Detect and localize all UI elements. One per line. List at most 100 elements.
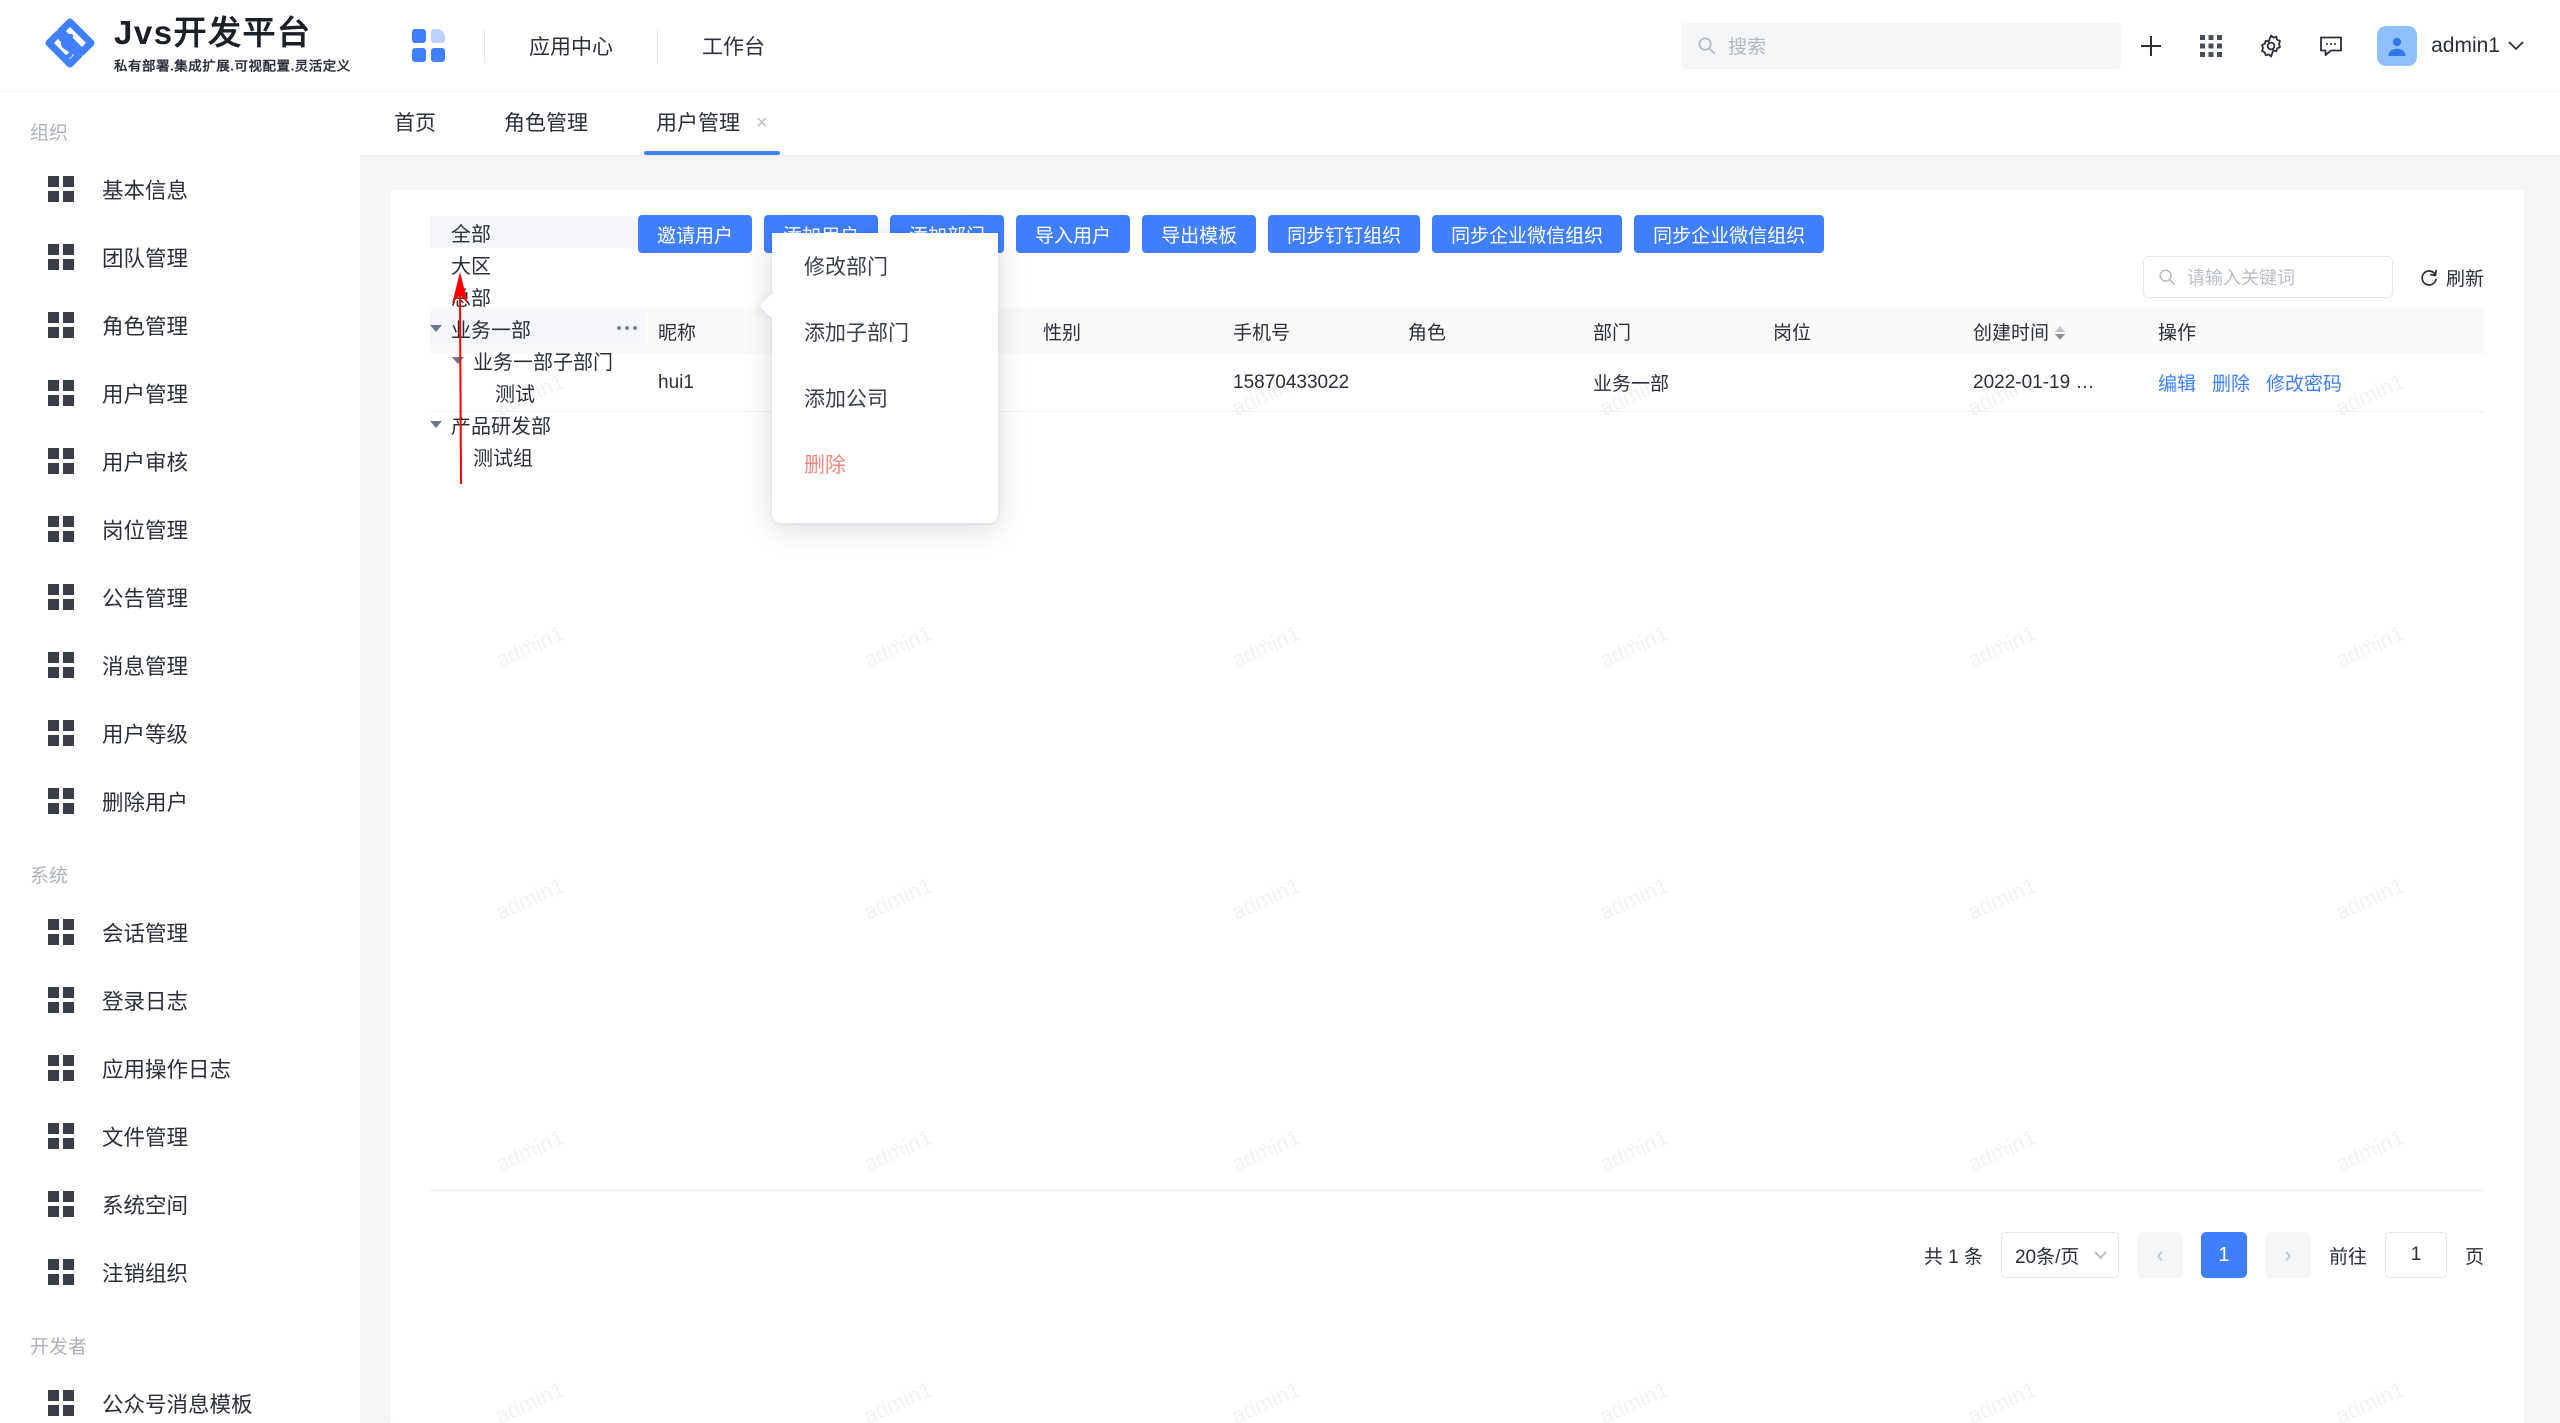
global-search-input[interactable]: 搜索 bbox=[1681, 22, 2122, 69]
page-number-1[interactable]: 1 bbox=[2200, 1232, 2247, 1278]
apps-grid-icon[interactable] bbox=[412, 28, 446, 63]
tree-node-4[interactable]: 业务一部 bbox=[430, 312, 645, 344]
sidebar-item-1-9[interactable]: 用户等级 bbox=[0, 699, 360, 767]
grid-icon bbox=[48, 1390, 74, 1416]
table-cell-部门: 业务一部 bbox=[1575, 369, 1755, 396]
sidebar-item-1-7[interactable]: 公告管理 bbox=[0, 563, 360, 631]
context-menu-item-2[interactable]: 添加子部门 bbox=[772, 299, 998, 365]
grid-icon bbox=[48, 176, 74, 202]
sidebar-item-1-8[interactable]: 消息管理 bbox=[0, 631, 360, 699]
toolbar-button-8[interactable]: 同步企业微信组织 bbox=[1634, 215, 1825, 253]
sidebar-item-2-6[interactable]: 注销组织 bbox=[0, 1238, 360, 1306]
context-menu-item-1[interactable]: 修改部门 bbox=[772, 233, 998, 299]
tab-1[interactable]: 首页 bbox=[360, 91, 470, 155]
keyword-search-input[interactable]: 请输入关键词 bbox=[2142, 256, 2393, 298]
sidebar-item-label: 岗位管理 bbox=[102, 518, 189, 543]
watermark-text: admin1 bbox=[1964, 1376, 2040, 1423]
pagination: 共 1 条 20条/页 ‹ 1 › 前往 1 页 bbox=[1924, 1232, 2484, 1278]
row-action-3[interactable]: 修改密码 bbox=[2266, 374, 2342, 395]
sidebar-item-1-10[interactable]: 删除用户 bbox=[0, 767, 360, 835]
sidebar-item-label: 团队管理 bbox=[102, 246, 189, 271]
grid-icon bbox=[48, 1055, 74, 1081]
gear-icon[interactable] bbox=[2241, 23, 2301, 69]
tree-node-3[interactable]: 总部 bbox=[430, 280, 645, 312]
department-context-menu: 修改部门 添加子部门 添加公司 删除 bbox=[772, 233, 998, 523]
sidebar-item-3-1[interactable]: 公众号消息模板 bbox=[0, 1369, 360, 1423]
tree-node-8[interactable]: 测试组 bbox=[430, 440, 645, 472]
table-header-10: 操作 bbox=[2140, 318, 2400, 345]
table-cell-value: 2022-01-19 … bbox=[1973, 371, 2095, 393]
sidebar-item-2-1[interactable]: 会话管理 bbox=[0, 898, 360, 966]
apps-grid-icon[interactable] bbox=[2181, 23, 2241, 69]
nav-link-app-center[interactable]: 应用中心 bbox=[485, 31, 657, 61]
plus-icon[interactable] bbox=[2121, 23, 2181, 69]
username-label[interactable]: admin1 bbox=[2431, 34, 2500, 58]
tree-node-7[interactable]: 产品研发部 bbox=[430, 408, 645, 440]
prev-page-button[interactable]: ‹ bbox=[2136, 1232, 2183, 1278]
tree-node-5[interactable]: 业务一部子部门 bbox=[430, 344, 645, 376]
sidebar-item-1-1[interactable]: 基本信息 bbox=[0, 155, 360, 223]
sidebar-item-2-2[interactable]: 登录日志 bbox=[0, 966, 360, 1034]
context-menu-item-4[interactable]: 删除 bbox=[772, 431, 998, 497]
sidebar-item-1-3[interactable]: 角色管理 bbox=[0, 291, 360, 359]
sidebar-item-2-3[interactable]: 应用操作日志 bbox=[0, 1034, 360, 1102]
brand-title: Jvs开发平台 bbox=[114, 14, 312, 52]
toolbar-button-4[interactable]: 导入用户 bbox=[1016, 215, 1131, 253]
sort-toggle-icon[interactable] bbox=[2055, 326, 2066, 341]
sidebar-item-label: 注销组织 bbox=[102, 1261, 189, 1286]
filter-row: 请输入关键词 刷新 bbox=[2142, 256, 2484, 298]
tab-3[interactable]: 用户管理 × bbox=[622, 91, 802, 155]
context-menu-item-3[interactable]: 添加公司 bbox=[772, 365, 998, 431]
grid-icon bbox=[48, 1259, 74, 1285]
sidebar-item-2-4[interactable]: 文件管理 bbox=[0, 1102, 360, 1170]
brand[interactable]: Jvs开发平台 私有部署.集成扩展.可视配置.灵活定义 bbox=[0, 15, 360, 77]
watermark-text: admin1 bbox=[860, 1376, 936, 1423]
sidebar-item-1-5[interactable]: 用户审核 bbox=[0, 427, 360, 495]
watermark-text: admin1 bbox=[2332, 1124, 2408, 1177]
tree-node-more-dots[interactable] bbox=[616, 325, 637, 331]
table-header-label: 创建时间 bbox=[1973, 322, 2050, 344]
avatar[interactable] bbox=[2377, 25, 2418, 66]
watermark-text: admin1 bbox=[2332, 620, 2408, 673]
tab-label: 首页 bbox=[394, 111, 436, 135]
tab-2[interactable]: 角色管理 bbox=[470, 91, 622, 155]
refresh-button[interactable]: 刷新 bbox=[2419, 264, 2484, 291]
chevron-down-icon[interactable] bbox=[2508, 40, 2524, 51]
sidebar-item-label: 文件管理 bbox=[102, 1125, 189, 1150]
search-icon bbox=[1698, 37, 1716, 54]
sidebar-item-1-2[interactable]: 团队管理 bbox=[0, 223, 360, 291]
page-size-value: 20条/页 bbox=[2014, 1246, 2080, 1268]
chat-icon[interactable] bbox=[2301, 23, 2361, 69]
sidebar-item-1-6[interactable]: 岗位管理 bbox=[0, 495, 360, 563]
nav-link-workbench[interactable]: 工作台 bbox=[658, 31, 809, 61]
sidebar-item-1-4[interactable]: 用户管理 bbox=[0, 359, 360, 427]
top-bar: Jvs开发平台 私有部署.集成扩展.可视配置.灵活定义 应用中心 工作台 搜索 bbox=[0, 0, 2560, 92]
table-body: hui1xiaohui115870433022业务一部2022-01-19 …编… bbox=[430, 354, 2484, 412]
sidebar: 组织 基本信息 团队管理 角色管理 用户管理 用户审核 岗位管理 公告管理 消息管理 用户等级 删除… bbox=[0, 92, 360, 1423]
watermark-text: admin1 bbox=[492, 1124, 568, 1177]
page-size-select[interactable]: 20条/页 bbox=[2000, 1232, 2119, 1278]
grid-icon bbox=[48, 987, 74, 1013]
caret-down-icon[interactable] bbox=[430, 324, 442, 332]
tree-node-6[interactable]: 测试 bbox=[430, 376, 645, 408]
grid-icon bbox=[48, 516, 74, 542]
tree-node-1[interactable]: 全部 bbox=[430, 216, 645, 248]
caret-down-icon[interactable] bbox=[430, 420, 442, 428]
watermark-text: admin1 bbox=[1964, 620, 2040, 673]
caret-down-icon[interactable] bbox=[452, 356, 464, 364]
row-action-2[interactable]: 删除 bbox=[2212, 374, 2250, 395]
close-icon[interactable]: × bbox=[756, 112, 768, 135]
table-header-9[interactable]: 创建时间 bbox=[1955, 318, 2140, 345]
app-root: Jvs开发平台 私有部署.集成扩展.可视配置.灵活定义 应用中心 工作台 搜索 bbox=[0, 0, 2560, 1423]
grid-icon bbox=[48, 584, 74, 610]
toolbar-button-6[interactable]: 同步钉钉组织 bbox=[1268, 215, 1421, 253]
goto-page-input[interactable]: 1 bbox=[2384, 1232, 2447, 1278]
next-page-button[interactable]: › bbox=[2264, 1232, 2311, 1278]
toolbar-button-7[interactable]: 同步企业微信组织 bbox=[1432, 215, 1623, 253]
row-action-1[interactable]: 编辑 bbox=[2158, 374, 2196, 395]
tree-node-2[interactable]: 大区 bbox=[430, 248, 645, 280]
toolbar-button-5[interactable]: 导出模板 bbox=[1142, 215, 1257, 253]
toolbar-button-1[interactable]: 邀请用户 bbox=[638, 215, 753, 253]
refresh-icon bbox=[2421, 269, 2437, 286]
sidebar-item-2-5[interactable]: 系统空间 bbox=[0, 1170, 360, 1238]
